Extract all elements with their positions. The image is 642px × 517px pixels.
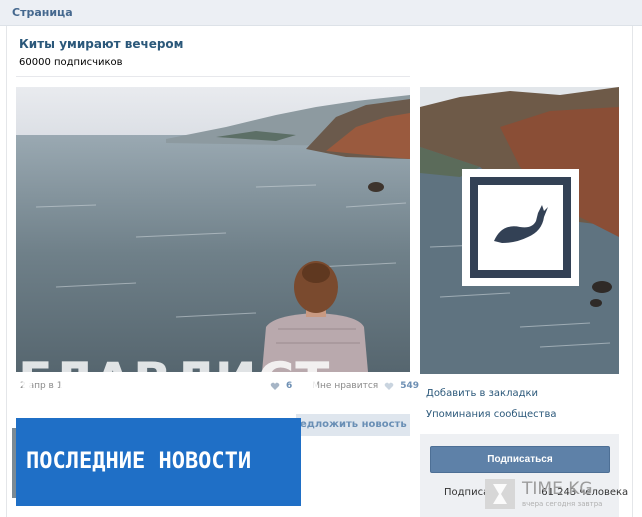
heart-icon[interactable] — [384, 382, 394, 391]
subscribed-prefix: Подписа — [444, 487, 490, 498]
like-count: 549 — [400, 381, 419, 391]
news-banner-text: ПОСЛЕДНИЕ НОВОСТИ — [26, 449, 252, 474]
community-title[interactable]: Киты умирают вечером — [19, 37, 183, 51]
divider — [16, 76, 410, 77]
news-banner: ПОСЛЕДНИЕ НОВОСТИ — [16, 418, 301, 506]
subscribe-button[interactable]: Подписаться — [430, 446, 610, 473]
frame-border-right — [632, 26, 633, 517]
suggest-news-button[interactable]: едложить новость — [296, 414, 410, 436]
page-header: Страница — [0, 0, 642, 26]
brand-name: TIME.KG — [522, 479, 593, 499]
brand-logo: TIME.KG вчера сегодня завтра — [485, 477, 627, 511]
bookmark-link[interactable]: Добавить в закладки — [426, 388, 538, 399]
brand-tagline: вчера сегодня завтра — [522, 500, 603, 508]
community-avatar[interactable] — [420, 87, 619, 374]
whale-icon — [494, 205, 548, 243]
mentions-link[interactable]: Упоминания сообщества — [426, 409, 557, 420]
watermark-text: ГЛАВЛИСТ — [18, 352, 331, 410]
community-subscribers: 60000 подписчиков — [19, 57, 123, 68]
hourglass-icon — [485, 479, 515, 509]
page-header-title: Страница — [12, 6, 73, 19]
frame-border-left — [6, 26, 7, 517]
post-photo[interactable] — [16, 87, 410, 372]
